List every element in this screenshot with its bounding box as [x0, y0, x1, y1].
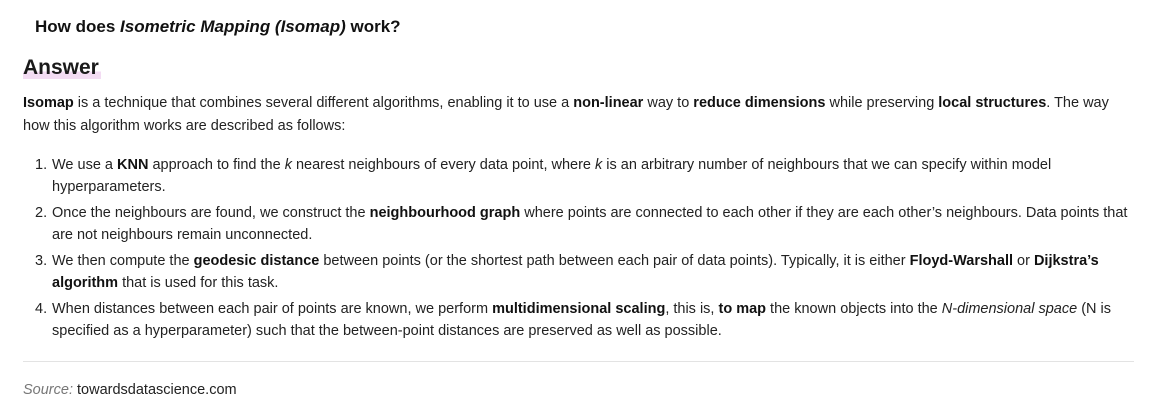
step-text: or [1013, 253, 1034, 269]
step-italic: k [284, 157, 292, 173]
intro-term: Isomap [23, 95, 74, 111]
step-bold: to map [718, 301, 767, 317]
source-line: Source: towardsdatascience.com [23, 380, 237, 400]
list-item-number: 4. [35, 301, 48, 317]
intro-text: way to [643, 95, 694, 111]
source-link[interactable]: towardsdatascience.com [77, 382, 237, 398]
answer-heading-text: Answer [23, 56, 101, 79]
answer-heading: Answer [23, 55, 101, 81]
list-item-number: 2. [35, 205, 48, 221]
source-label: Source: [23, 382, 73, 398]
step-text: between points (or the shortest path bet… [319, 253, 910, 269]
step-text: We use a [52, 157, 118, 173]
step-text: approach to find the [148, 157, 285, 173]
step-text: When distances between each pair of poin… [52, 301, 493, 317]
step-text: , this is, [665, 301, 719, 317]
intro-bold: local structures [938, 95, 1047, 111]
question-suffix: work? [345, 17, 401, 36]
list-item: 3. We then compute the geodesic distance … [23, 250, 1133, 294]
step-bold: multidimensional scaling [492, 301, 666, 317]
page: How does Isometric Mapping (Isomap) work… [0, 0, 1156, 416]
divider [23, 361, 1134, 362]
question-term: Isometric Mapping (Isomap) [120, 17, 346, 36]
step-bold: geodesic distance [193, 253, 320, 269]
step-text: Once the neighbours are found, we constr… [52, 205, 370, 221]
steps-list: 1. We use a KNN approach to find the k ne… [23, 154, 1133, 346]
intro-text: while preserving [825, 95, 939, 111]
list-item: 4. When distances between each pair of po… [23, 298, 1133, 342]
step-text: the known objects into the [766, 301, 942, 317]
step-text: that is used for this task. [118, 275, 279, 291]
list-item-number: 1. [35, 157, 48, 173]
step-italic: N-dimensional space [941, 301, 1078, 317]
intro-paragraph: Isomap is a technique that combines seve… [23, 92, 1133, 138]
step-bold: neighbourhood graph [369, 205, 521, 221]
step-text: We then compute the [52, 253, 194, 269]
list-item: 1. We use a KNN approach to find the k ne… [23, 154, 1133, 198]
step-bold: KNN [117, 157, 149, 173]
intro-text: is a technique that combines several dif… [73, 95, 574, 111]
list-item: 2. Once the neighbours are found, we cons… [23, 202, 1133, 246]
step-bold: Floyd-Warshall [909, 253, 1013, 269]
list-item-number: 3. [35, 253, 48, 269]
question-prefix: How does [35, 17, 121, 36]
question-title: How does Isometric Mapping (Isomap) work… [35, 16, 401, 38]
intro-bold: non-linear [573, 95, 644, 111]
step-text: nearest neighbours of every data point, … [291, 157, 596, 173]
intro-bold: reduce dimensions [693, 95, 826, 111]
